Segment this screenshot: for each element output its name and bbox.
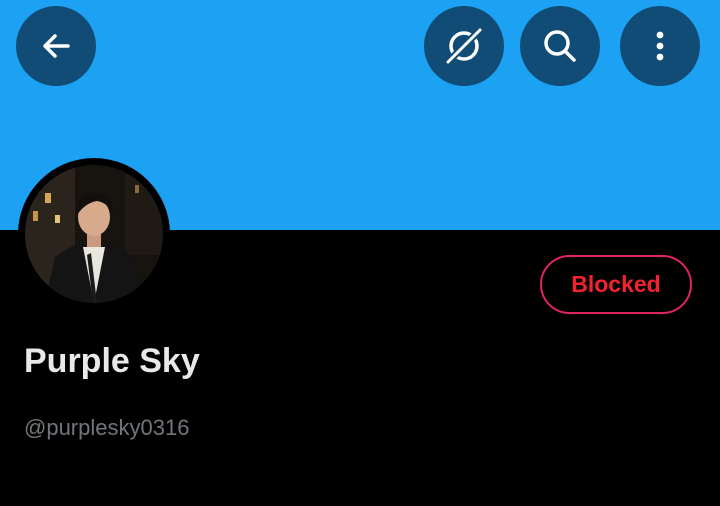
profile-display-name: Purple Sky	[24, 342, 200, 380]
profile-avatar[interactable]	[18, 158, 170, 310]
grok-icon	[442, 24, 486, 68]
blocked-button-label: Blocked	[571, 271, 661, 297]
search-button[interactable]	[520, 6, 600, 86]
more-vertical-icon	[640, 26, 680, 66]
blocked-button[interactable]: Blocked	[540, 255, 692, 314]
grok-button[interactable]	[424, 6, 504, 86]
profile-handle: @purplesky0316	[24, 415, 190, 440]
back-arrow-icon	[36, 26, 76, 66]
avatar-photo	[25, 165, 163, 303]
search-icon	[539, 25, 581, 67]
back-button[interactable]	[16, 6, 96, 86]
more-options-button[interactable]	[620, 6, 700, 86]
